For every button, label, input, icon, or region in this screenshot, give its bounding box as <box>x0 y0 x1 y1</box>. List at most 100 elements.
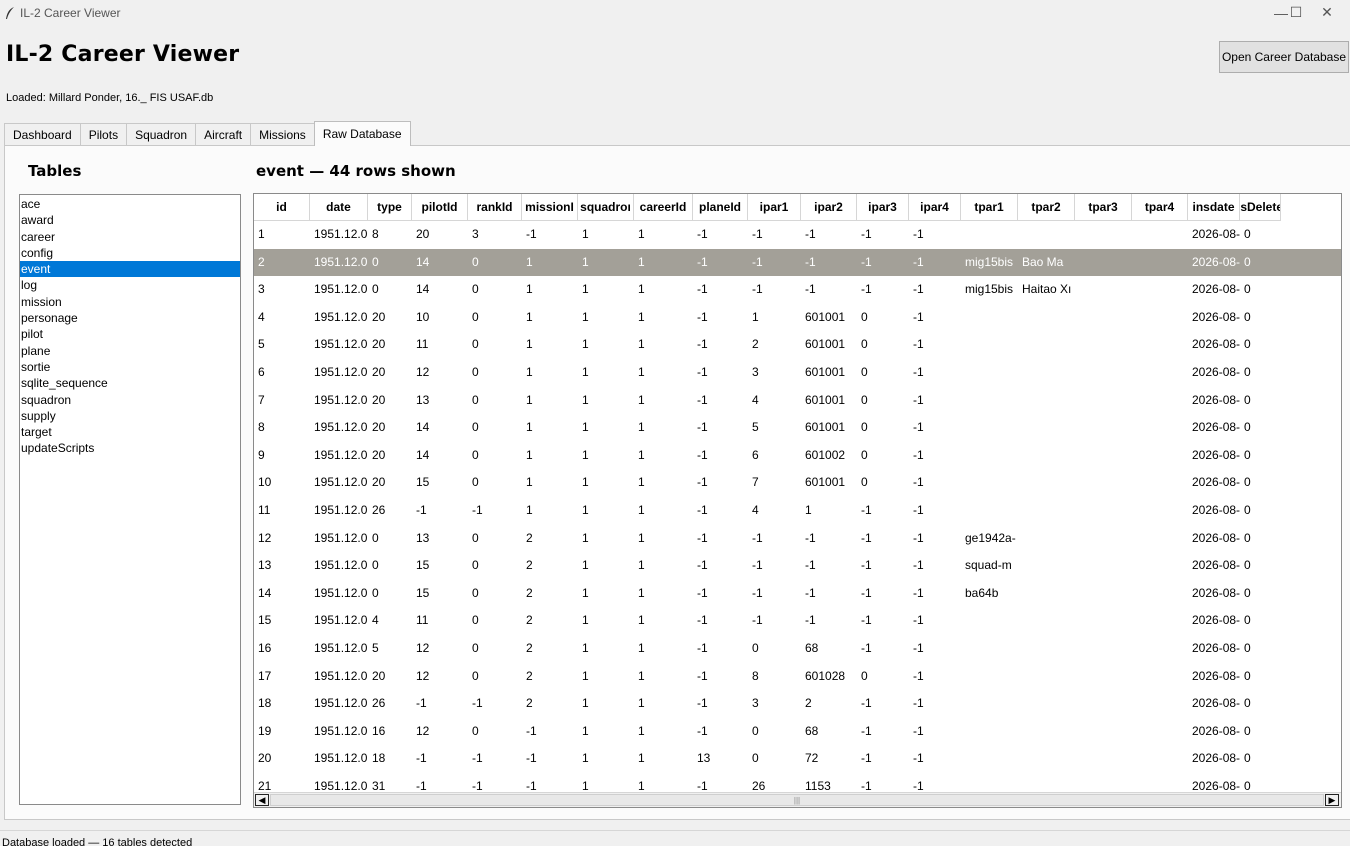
table-list-item-pilot[interactable]: pilot <box>20 326 240 342</box>
table-row[interactable]: 20 1951.12.0 18 -1 -1 -1 1 1 13 0 72 -1 -1 2026-08-· 0 <box>254 745 1341 773</box>
column-header-insdate[interactable]: insdate <box>1188 194 1240 221</box>
scroll-left-icon[interactable]: ◀ <box>255 794 269 806</box>
column-header-ipar1[interactable]: ipar1 <box>748 194 801 221</box>
cell-pilotid: -1 <box>416 751 427 766</box>
column-header-tpar4[interactable]: tpar4 <box>1132 194 1188 221</box>
cell-isdelete: 0 <box>1244 530 1251 545</box>
column-header-pilotid[interactable]: pilotId <box>412 194 468 221</box>
cell-tpar4 <box>1132 276 1188 304</box>
table-row[interactable]: 1 1951.12.0 8 20 3 -1 1 1 -1 -1 -1 -1 -1 2026-08-· 0 <box>254 221 1341 249</box>
cell-tpar3 <box>1075 745 1132 773</box>
column-header-missioni[interactable]: missionI <box>522 194 578 221</box>
tab-raw-database[interactable]: Raw Database <box>313 121 411 146</box>
column-header-ipar2[interactable]: ipar2 <box>801 194 857 221</box>
table-row[interactable]: 12 1951.12.0 0 13 0 2 1 1 -1 -1 -1 -1 -1 ge1942a- 2026… <box>254 525 1341 553</box>
tab-dashboard[interactable]: Dashboard <box>4 123 81 145</box>
table-row[interactable]: 7 1951.12.0 20 13 0 1 1 1 -1 4 601001 0 -1 2026-08-· 0 <box>254 387 1341 415</box>
table-row[interactable]: 4 1951.12.0 20 10 0 1 1 1 -1 1 601001 0 -1 2026-08-· 0 <box>254 304 1341 332</box>
cell-ipar2: 601028 <box>805 668 846 683</box>
table-list-item-sortie[interactable]: sortie <box>20 359 240 375</box>
table-list-item-event[interactable]: event <box>20 261 240 278</box>
table-row[interactable]: 11 1951.12.0 26 -1 -1 1 1 1 -1 4 1 -1 -1 2026-08-· 0 <box>254 497 1341 525</box>
table-row[interactable]: 6 1951.12.0 20 12 0 1 1 1 -1 3 601001 0 -1 2026-08-· 0 <box>254 359 1341 387</box>
table-row[interactable]: 17 1951.12.0 20 12 0 2 1 1 -1 8 601028 0 -1 2026-08-·… <box>254 663 1341 691</box>
table-list-item-award[interactable]: award <box>20 212 240 228</box>
column-header-tpar3[interactable]: tpar3 <box>1075 194 1132 221</box>
cell-isdelete: 0 <box>1244 668 1251 683</box>
cell-type: 8 <box>372 227 379 241</box>
column-header-tpar1[interactable]: tpar1 <box>961 194 1018 221</box>
column-header-ipar3[interactable]: ipar3 <box>857 194 909 221</box>
cell-date: 1951.12.0 <box>314 530 368 545</box>
column-header-type[interactable]: type <box>368 194 412 221</box>
cell-squadro: 1 <box>582 503 589 517</box>
cell-missioni: 2 <box>526 558 533 573</box>
table-list-item-ace[interactable]: ace <box>20 196 240 212</box>
table-row[interactable]: 9 1951.12.0 20 14 0 1 1 1 -1 6 601002 0 -1 2026-08-· 0 <box>254 442 1341 470</box>
table-row[interactable]: 16 1951.12.0 5 12 0 2 1 1 -1 0 68 -1 -1 2026-08-· 0 <box>254 635 1341 663</box>
cell-type: 18 <box>372 751 386 766</box>
column-header-tpar2[interactable]: tpar2 <box>1018 194 1075 221</box>
cell-ipar4: -1 <box>913 641 924 655</box>
table-list-item-config[interactable]: config <box>20 245 240 261</box>
table-row[interactable]: 3 1951.12.0 0 14 0 1 1 1 -1 -1 -1 -1 -1 mig15bis Haita… <box>254 276 1341 304</box>
table-row[interactable]: 8 1951.12.0 20 14 0 1 1 1 -1 5 601001 0 -1 2026-08-· 0 <box>254 414 1341 442</box>
table-list-item-supply[interactable]: supply <box>20 408 240 424</box>
table-list-item-squadron[interactable]: squadron <box>20 392 240 408</box>
table-row[interactable]: 14 1951.12.0 0 15 0 2 1 1 -1 -1 -1 -1 -1 ba64b 2026-08… <box>254 580 1341 608</box>
table-row[interactable]: 21 1951.12.0 31 -1 -1 -1 1 1 -1 26 1153 -1 -1 2026-08… <box>254 773 1341 793</box>
cell-ipar2: 601001 <box>805 337 846 352</box>
scroll-right-icon[interactable]: ▶ <box>1325 794 1339 806</box>
cell-id: 13 <box>258 558 272 573</box>
cell-pilotid: 15 <box>416 585 430 600</box>
table-list-item-mission[interactable]: mission <box>20 294 240 310</box>
data-grid[interactable]: id date type pilotId rankId missionI squadroı c… <box>253 193 1342 808</box>
cell-careerid: 1 <box>638 751 645 766</box>
table-list-item-updatescripts[interactable]: updateScripts <box>20 440 240 456</box>
table-list-item-personage[interactable]: personage <box>20 310 240 326</box>
table-list-item-plane[interactable]: plane <box>20 343 240 359</box>
table-list-item-career[interactable]: career <box>20 229 240 245</box>
table-list-item-log[interactable]: log <box>20 277 240 293</box>
scrollbar-thumb[interactable]: ||| <box>270 794 1324 806</box>
column-header-isdelete[interactable]: isDelete <box>1240 194 1281 221</box>
table-list-item-sqlite-sequence[interactable]: sqlite_sequence <box>20 375 240 391</box>
cell-squadro: 1 <box>582 585 589 600</box>
tab-aircraft[interactable]: Aircraft <box>195 123 252 145</box>
tab-pilots[interactable]: Pilots <box>79 123 128 145</box>
column-header-ipar4[interactable]: ipar4 <box>909 194 961 221</box>
column-header-planeid[interactable]: planeId <box>693 194 748 221</box>
cell-ipar1: 2 <box>752 337 759 352</box>
cell-planeid: 13 <box>697 751 711 766</box>
tables-listbox[interactable]: ace award career config event log mission perso… <box>19 194 241 805</box>
table-row[interactable]: 19 1951.12.0 16 12 0 -1 1 1 -1 0 68 -1 -1 2026-08-· 0 <box>254 718 1341 746</box>
cell-pilotid: 13 <box>416 530 430 545</box>
table-row[interactable]: 15 1951.12.0 4 11 0 2 1 1 -1 -1 -1 -1 -1 2026-08-· 0 <box>254 607 1341 635</box>
cell-ipar2: -1 <box>805 227 816 241</box>
cell-planeid: -1 <box>697 641 708 655</box>
horizontal-scrollbar[interactable]: ◀ ||| ▶ <box>254 792 1341 807</box>
cell-id: 10 <box>258 475 272 490</box>
cell-rankid: 0 <box>472 447 479 462</box>
tab-squadron[interactable]: Squadron <box>126 123 197 145</box>
column-header-date[interactable]: date <box>310 194 368 221</box>
open-career-database-button[interactable]: Open Career Database <box>1219 41 1349 73</box>
cell-tpar3 <box>1075 442 1132 470</box>
cell-type: 31 <box>372 779 386 793</box>
close-button[interactable]: ✕ <box>1304 0 1350 25</box>
column-header-rankid[interactable]: rankId <box>468 194 522 221</box>
column-header-id[interactable]: id <box>254 194 310 221</box>
table-list-item-target[interactable]: target <box>20 424 240 440</box>
table-row[interactable]: 18 1951.12.0 26 -1 -1 2 1 1 -1 3 2 -1 -1 2026-08-· 0 <box>254 690 1341 718</box>
column-header-squadro[interactable]: squadroı <box>578 194 634 221</box>
tab-missions[interactable]: Missions <box>250 123 315 145</box>
table-row[interactable]: 5 1951.12.0 20 11 0 1 1 1 -1 2 601001 0 -1 2026-08-· 0 <box>254 331 1341 359</box>
cell-ipar2: 68 <box>805 723 819 738</box>
cell-tpar4 <box>1132 442 1188 470</box>
cell-tpar1 <box>961 773 1018 793</box>
table-row[interactable]: 13 1951.12.0 0 15 0 2 1 1 -1 -1 -1 -1 -1 squad-m 2026-… <box>254 552 1341 580</box>
table-row[interactable]: 10 1951.12.0 20 15 0 1 1 1 -1 7 601001 0 -1 2026-08-·… <box>254 469 1341 497</box>
column-header-careerid[interactable]: careerId <box>634 194 693 221</box>
table-row[interactable]: 2 1951.12.0 0 14 0 1 1 1 -1 -1 -1 -1 -1 mig15bis Bao M… <box>254 248 1341 277</box>
cell-insdate: 2026-08-· <box>1192 696 1240 711</box>
